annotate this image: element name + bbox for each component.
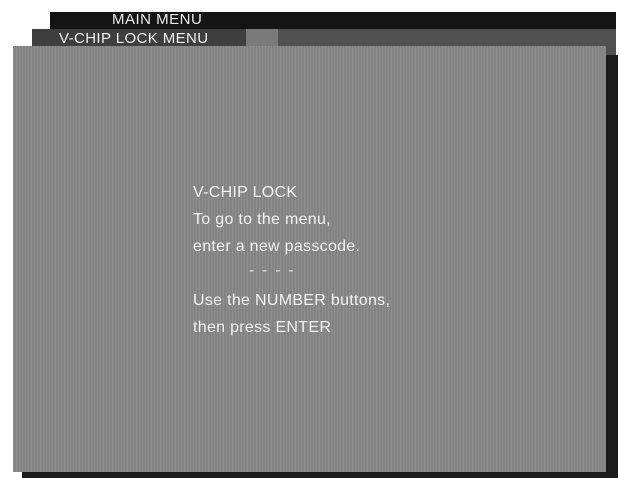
main-menu-title: MAIN MENU (112, 11, 203, 28)
message-line-menu: To go to the menu, (193, 211, 331, 228)
title-bar-edge (246, 29, 278, 46)
vchip-lock-menu-title-bar: V-CHIP LOCK MENU (32, 29, 246, 47)
message-line-press-enter: then press ENTER (193, 319, 332, 336)
message-line-number-buttons: Use the NUMBER buttons, (193, 292, 391, 309)
passcode-message: V-CHIP LOCK To go to the menu, enter a n… (193, 183, 390, 345)
vchip-lock-menu-title: V-CHIP LOCK MENU (59, 30, 209, 47)
message-heading: V-CHIP LOCK (193, 184, 298, 201)
message-line-passcode: enter a new passcode. (193, 238, 361, 255)
passcode-entry-field[interactable]: - - - - (193, 263, 390, 291)
